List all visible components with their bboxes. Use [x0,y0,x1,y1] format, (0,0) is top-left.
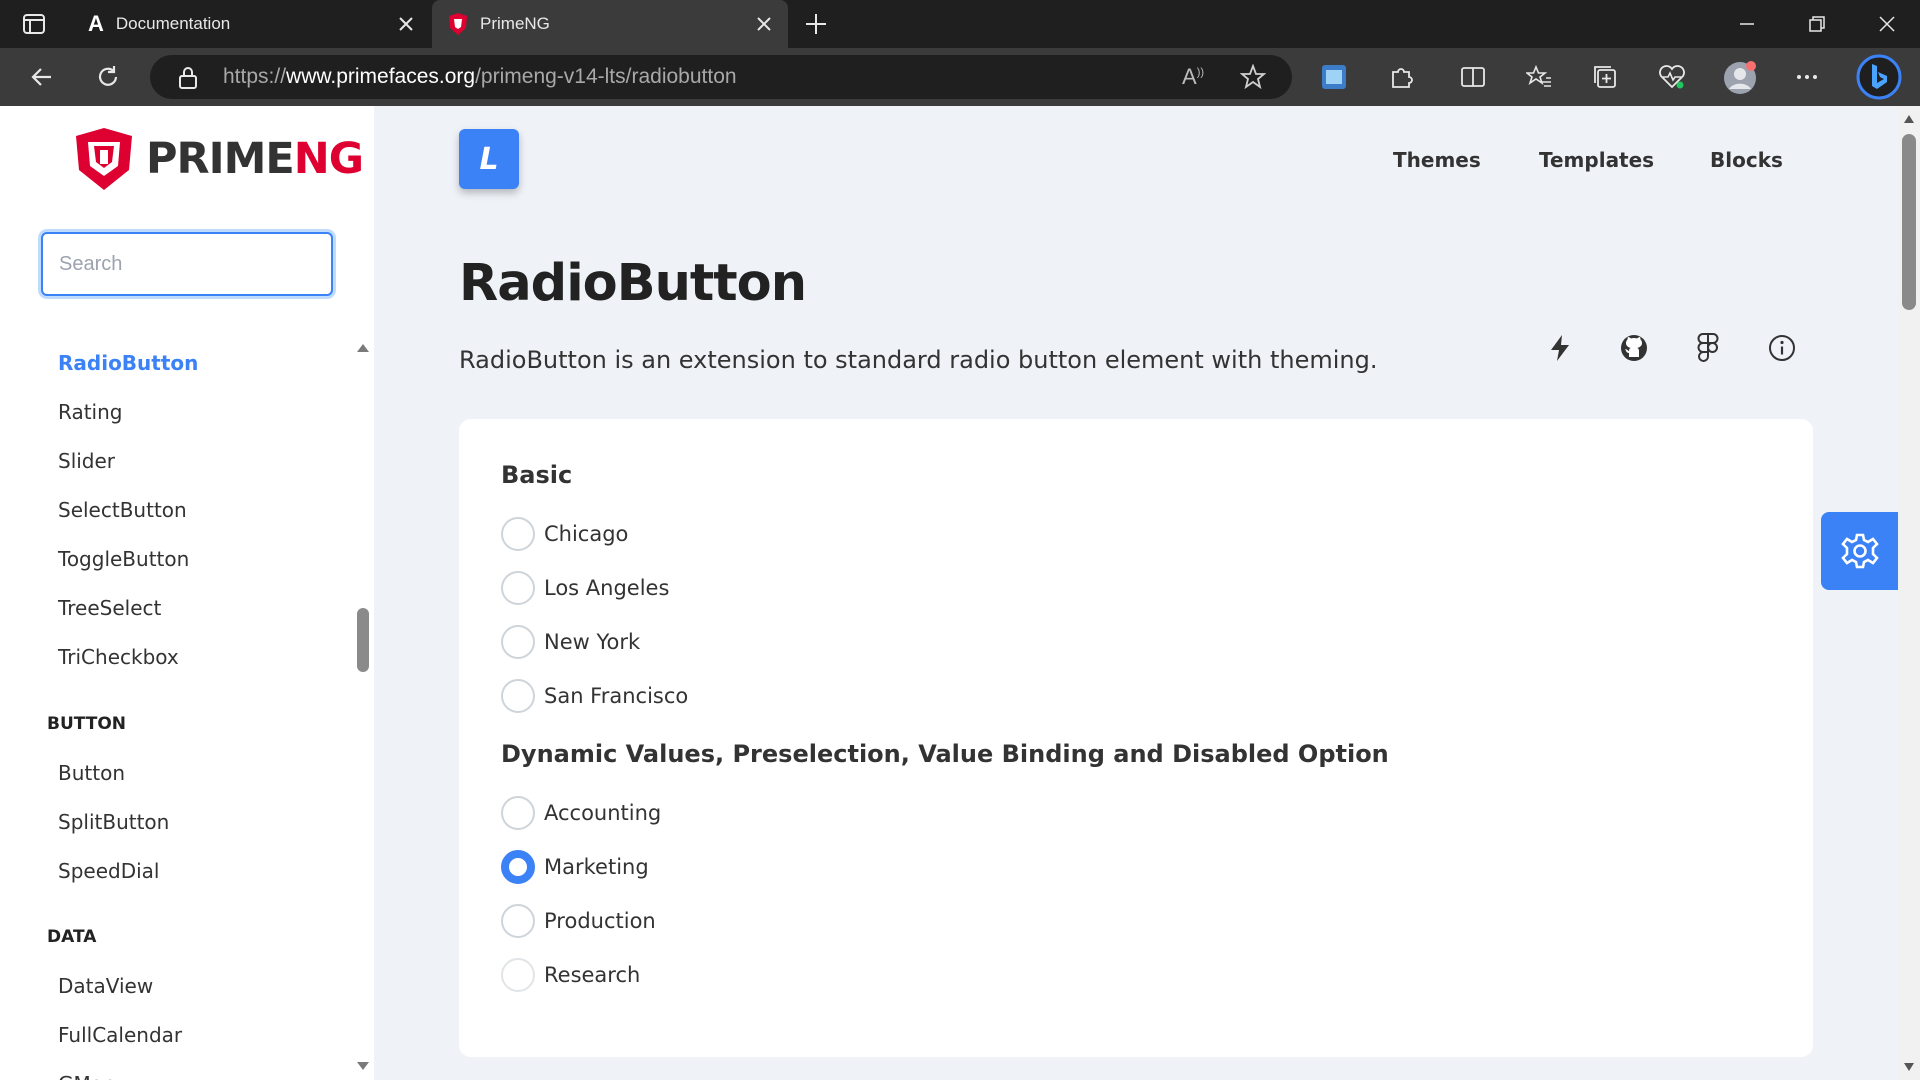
split-screen-icon[interactable] [1460,64,1486,90]
tab-title: Documentation [115,14,231,33]
primeng-shield-icon [448,13,468,35]
sidebar-item-splitbutton[interactable]: SplitButton [58,810,169,834]
lock-icon[interactable] [177,66,199,90]
search-input[interactable] [41,232,333,296]
radio-label[interactable]: Production [544,909,656,933]
radio-new-york[interactable] [501,625,535,659]
back-icon[interactable] [13,48,71,106]
stackblitz-icon[interactable] [1540,328,1580,368]
radio-san-francisco[interactable] [501,679,535,713]
extensions-puzzle-icon[interactable] [1388,64,1414,90]
sidebar-scroll-up-icon[interactable] [356,342,370,354]
radio-chicago[interactable] [501,517,535,551]
minimize-icon[interactable] [1712,0,1782,48]
radio-label[interactable]: New York [544,630,640,654]
url-text[interactable]: https://www.primefaces.org/primeng-v14-l… [223,55,737,99]
sidebar-item-tricheckbox[interactable]: TriCheckbox [58,645,179,669]
page-scroll-up-icon[interactable] [1903,114,1915,124]
sidebar-section-data: DATA [47,927,97,947]
logo-text: PRIMENG [146,134,364,184]
sidebar-section-button: BUTTON [47,714,127,734]
radio-label[interactable]: Marketing [544,855,649,879]
radio-research [501,958,535,992]
nav-themes[interactable]: Themes [1393,148,1481,172]
tab-primeng[interactable]: PrimeNG [432,0,788,48]
bing-copilot-icon[interactable] [1856,54,1902,100]
read-aloud-icon[interactable]: A)) [1182,64,1204,90]
tab-actions-icon[interactable] [22,12,46,36]
tab-documentation[interactable]: A Documentation [72,0,430,48]
basic-heading: Basic [501,461,573,489]
browser-essentials-icon[interactable] [1658,64,1686,90]
radio-label[interactable]: Accounting [544,801,661,825]
radio-label[interactable]: San Francisco [544,684,688,708]
nav-blocks[interactable]: Blocks [1710,148,1783,172]
refresh-icon[interactable] [79,48,137,106]
info-icon[interactable] [1762,328,1802,368]
sidebar-item-radiobutton[interactable]: RadioButton [58,351,198,375]
extension-app-icon[interactable] [1321,64,1347,90]
new-tab-icon[interactable] [804,12,828,36]
sidebar-item-dataview[interactable]: DataView [58,974,153,998]
sidebar-item-button[interactable]: Button [58,761,125,785]
page-scroll-down-icon[interactable] [1903,1062,1915,1072]
sidebar-scrollbar-thumb[interactable] [357,608,369,672]
radio-accounting[interactable] [501,796,535,830]
github-icon[interactable] [1614,328,1654,368]
angular-icon: A [88,11,104,36]
favorites-icon[interactable] [1526,64,1552,90]
profile-avatar[interactable] [1722,60,1758,96]
config-button[interactable] [1821,512,1898,590]
demo-card: Basic Chicago Los Angeles New York San F… [459,419,1813,1057]
restore-icon[interactable] [1782,0,1852,48]
sidebar-item-slider[interactable]: Slider [58,449,115,473]
primeng-logo-icon [76,128,132,190]
favorite-star-icon[interactable] [1240,64,1266,90]
close-icon[interactable] [754,14,774,34]
more-options-icon[interactable] [1794,64,1820,90]
sidebar-item-selectbutton[interactable]: SelectButton [58,498,187,522]
radio-label: Research [544,963,641,987]
dynamic-heading: Dynamic Values, Preselection, Value Bind… [501,740,1389,768]
nav-templates[interactable]: Templates [1539,148,1654,172]
sidebar-item-rating[interactable]: Rating [58,400,122,424]
radio-marketing[interactable] [501,850,535,884]
page-scrollbar-thumb[interactable] [1902,134,1916,310]
figma-icon[interactable] [1688,328,1728,368]
primeng-logo[interactable]: PRIMENG [74,128,364,190]
sidebar-item-treeselect[interactable]: TreeSelect [58,596,161,620]
window-close-icon[interactable] [1852,0,1920,48]
radio-label[interactable]: Los Angeles [544,576,669,600]
gear-icon [1840,533,1879,569]
close-icon[interactable] [396,14,416,34]
page-description: RadioButton is an extension to standard … [459,346,1378,374]
radio-production[interactable] [501,904,535,938]
radio-los-angeles[interactable] [501,571,535,605]
sidebar-item-togglebutton[interactable]: ToggleButton [58,547,189,571]
radio-label[interactable]: Chicago [544,522,628,546]
page-title: RadioButton [459,254,807,313]
page-content: PRIMENG RadioButton Rating Slider Select… [0,106,1920,1080]
sidebar-item-speeddial[interactable]: SpeedDial [58,859,159,883]
sidebar-item-gmap[interactable]: GMap [58,1072,116,1080]
collections-icon[interactable] [1592,64,1618,90]
layout-logo[interactable]: L [459,129,519,189]
tab-title: PrimeNG [480,14,550,33]
sidebar-item-fullcalendar[interactable]: FullCalendar [58,1023,182,1047]
sidebar-scroll-down-icon[interactable] [356,1060,370,1072]
